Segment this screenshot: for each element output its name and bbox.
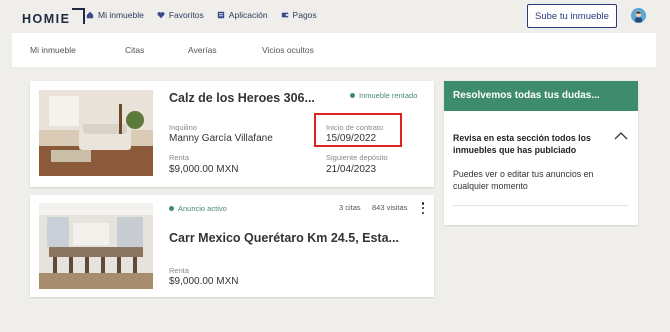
top-bar: HOMIE Mi inmueble Favoritos Aplicación P… bbox=[0, 0, 670, 33]
property-card[interactable]: Calz de los Heroes 306... Inmueble renta… bbox=[30, 81, 434, 187]
status-badge: Anuncio activo bbox=[169, 204, 227, 213]
tab-averias[interactable]: Averías bbox=[188, 45, 217, 55]
user-avatar-icon bbox=[631, 8, 646, 23]
rent-amount: $9,000.00 MXN bbox=[169, 164, 239, 175]
nav-mi-inmueble[interactable]: Mi inmueble bbox=[86, 10, 144, 20]
rent-label: Renta bbox=[169, 266, 190, 275]
status-text: Anuncio activo bbox=[178, 204, 227, 213]
highlight-box bbox=[314, 113, 402, 147]
status-dot bbox=[169, 206, 174, 211]
home-icon bbox=[86, 11, 94, 19]
nav-favoritos[interactable]: Favoritos bbox=[157, 10, 204, 20]
more-options-icon[interactable] bbox=[421, 202, 425, 214]
rent-amount: $9,000.00 MXN bbox=[169, 276, 239, 287]
logo-text: HOMIE bbox=[22, 12, 71, 26]
rent-label: Renta bbox=[169, 153, 190, 162]
top-nav: Mi inmueble Favoritos Aplicación Pagos bbox=[86, 10, 317, 20]
appointments-count: 3 citas bbox=[339, 203, 361, 212]
chevron-up-icon[interactable] bbox=[613, 131, 629, 141]
faq-header: Resolvemos todas tus dudas... bbox=[444, 81, 638, 111]
nav-label: Mi inmueble bbox=[98, 10, 144, 20]
property-title[interactable]: Carr Mexico Querétaro Km 24.5, Esta... bbox=[169, 231, 399, 245]
nav-label: Favoritos bbox=[168, 10, 204, 20]
tab-citas[interactable]: Citas bbox=[125, 45, 144, 55]
visits-count: 843 visitas bbox=[372, 203, 408, 212]
property-photo bbox=[39, 203, 153, 289]
status-dot bbox=[350, 93, 355, 98]
faq-answer: Puedes ver o editar tus anuncios en cual… bbox=[453, 169, 594, 191]
publish-property-button[interactable]: Sube tu inmueble bbox=[527, 4, 617, 28]
nav-pagos[interactable]: Pagos bbox=[281, 10, 317, 20]
sub-nav: Mi inmueble Citas Averías Vicios ocultos bbox=[12, 33, 656, 67]
divider bbox=[453, 205, 629, 206]
property-card[interactable]: Anuncio activo 3 citas 843 visitas Carr … bbox=[30, 195, 434, 297]
nav-label: Pagos bbox=[292, 10, 317, 20]
tenant-name: Manny García Villafane bbox=[169, 133, 273, 144]
application-icon bbox=[217, 11, 224, 19]
property-photo bbox=[39, 90, 153, 176]
logo-mark bbox=[72, 8, 86, 24]
faq-panel: Resolvemos todas tus dudas... Revisa en … bbox=[444, 81, 638, 225]
next-deposit-label: Siguiente depósito bbox=[326, 153, 388, 162]
heart-icon bbox=[157, 12, 165, 19]
homie-logo[interactable]: HOMIE bbox=[22, 8, 86, 26]
faq-question[interactable]: Revisa en esta sección todos los inmuebl… bbox=[453, 133, 601, 156]
tenant-label: Inquilino bbox=[169, 123, 197, 132]
status-text: Inmueble rentado bbox=[359, 91, 418, 100]
nav-label: Aplicación bbox=[228, 10, 268, 20]
property-title[interactable]: Calz de los Heroes 306... bbox=[169, 91, 315, 105]
nav-aplicacion[interactable]: Aplicación bbox=[217, 10, 268, 20]
status-badge: Inmueble rentado bbox=[350, 91, 417, 100]
tab-mi-inmueble[interactable]: Mi inmueble bbox=[30, 45, 76, 55]
tab-vicios-ocultos[interactable]: Vicios ocultos bbox=[262, 45, 314, 55]
wallet-icon bbox=[281, 12, 288, 18]
next-deposit-date: 21/04/2023 bbox=[326, 164, 377, 175]
avatar[interactable] bbox=[631, 8, 646, 23]
